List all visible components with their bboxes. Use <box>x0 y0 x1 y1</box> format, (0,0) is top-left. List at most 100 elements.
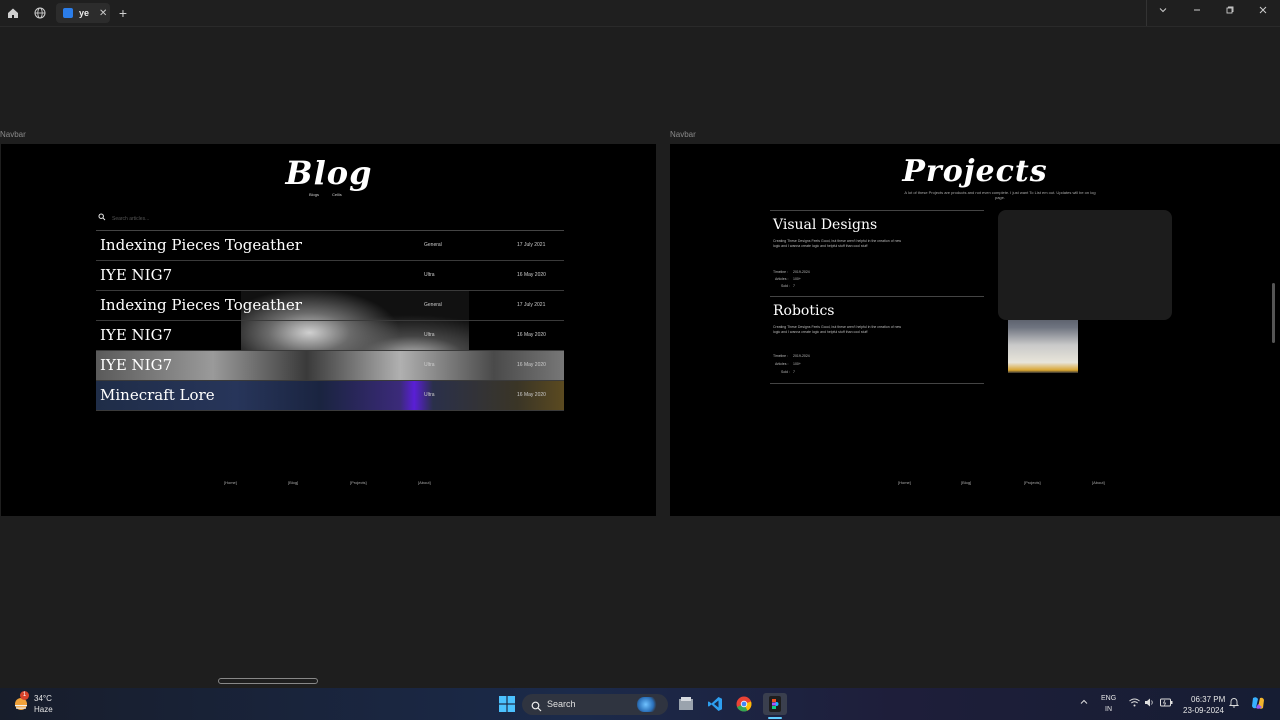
article-row-hovered[interactable]: IYE NIG7 Ultra 16 May 2020 <box>96 351 564 381</box>
article-category: Ultra <box>424 362 435 368</box>
articles-value: 100+ <box>793 277 801 281</box>
taskbar-search-box[interactable]: Search <box>522 694 668 715</box>
article-title: IYE NIG7 <box>100 356 173 374</box>
search-highlight-icon <box>637 697 659 712</box>
blog-frame[interactable]: Blog Blogs Cellis Indexing Pieces Togeat… <box>1 144 656 516</box>
frame-label-projects[interactable]: Navbar <box>670 130 696 139</box>
sold-value: 7 <box>793 370 795 374</box>
vscode-icon[interactable] <box>706 696 724 712</box>
wifi-icon[interactable] <box>1129 698 1140 709</box>
project-description: Creating These Designs Feels Good, but t… <box>773 239 902 248</box>
tab-close-icon[interactable]: ✕ <box>99 8 107 19</box>
chevron-up-icon[interactable] <box>1079 697 1089 709</box>
chrome-icon[interactable] <box>735 696 753 712</box>
blog-title: Blog <box>285 154 373 192</box>
footer-link-projects[interactable]: [Projects] <box>1024 480 1041 485</box>
footer-link-about[interactable]: [About] <box>418 480 431 485</box>
article-row[interactable]: IYE NIG7 Ultra 16 May 2020 <box>96 261 564 291</box>
search-icon <box>531 699 542 717</box>
projects-subtitle: A lot of these Projects are products and… <box>904 190 1096 200</box>
tab-ye[interactable]: ye ✕ <box>56 3 110 23</box>
new-tab-icon[interactable]: + <box>115 5 131 21</box>
footer-link-home[interactable]: [Home] <box>224 480 237 485</box>
article-row[interactable]: IYE NIG7 Ultra 16 May 2020 <box>96 321 564 351</box>
footer-link-projects[interactable]: [Projects] <box>350 480 367 485</box>
empty-preview-panel <box>998 210 1172 320</box>
chevron-down-icon[interactable] <box>1158 5 1168 18</box>
clock-time[interactable]: 06:37 PM <box>1191 695 1225 704</box>
articles-label: Articles : <box>775 277 789 281</box>
article-date: 16 May 2020 <box>517 272 546 278</box>
language-in[interactable]: IN <box>1105 706 1112 713</box>
projects-title: Projects <box>902 154 1048 189</box>
project-title: Robotics <box>773 303 835 319</box>
article-title: IYE NIG7 <box>100 266 173 284</box>
article-title: Minecraft Lore <box>100 386 215 404</box>
weather-description[interactable]: Haze <box>34 705 53 714</box>
battery-icon[interactable] <box>1160 698 1173 709</box>
speaker-icon[interactable] <box>1144 698 1155 709</box>
footer-link-about[interactable]: [About] <box>1092 480 1105 485</box>
footer-link-blog[interactable]: [Blog] <box>288 480 298 485</box>
articles-value: 100+ <box>793 362 801 366</box>
timeline-label: Timeline : <box>773 270 789 274</box>
blog-search-bar[interactable] <box>96 210 564 231</box>
articles-label: Articles : <box>775 362 789 366</box>
figma-file-icon <box>63 8 73 18</box>
article-date: 17 July 2021 <box>517 302 546 308</box>
article-date: 17 July 2021 <box>517 242 546 248</box>
frame-label-blog[interactable]: Navbar <box>0 130 26 139</box>
browser-titlebar: ye ✕ + <box>0 0 1280 27</box>
timeline-value: 2019-2024 <box>793 270 810 274</box>
article-row[interactable]: Indexing Pieces Togeather General 17 Jul… <box>96 291 564 321</box>
projects-frame[interactable]: Projects A lot of these Projects are pro… <box>670 144 1280 516</box>
vertical-scrollbar[interactable] <box>1272 283 1275 343</box>
windows-taskbar: 1 34°C Haze Search ENG IN 06:37 PM 23-09… <box>0 688 1280 720</box>
sold-value: 7 <box>793 284 795 288</box>
article-category: General <box>424 302 442 308</box>
tab-label: ye <box>79 8 90 18</box>
project-card-robotics[interactable]: Robotics Creating These Designs Feels Go… <box>770 296 1078 384</box>
subnav-blogs[interactable]: Blogs <box>309 192 319 197</box>
footer-link-home[interactable]: [Home] <box>898 480 911 485</box>
project-card-visual-designs[interactable]: Visual Designs Creating These Designs Fe… <box>770 210 1074 297</box>
article-title: IYE NIG7 <box>100 326 173 344</box>
weather-temperature[interactable]: 34°C <box>34 694 52 703</box>
footer-link-blog[interactable]: [Blog] <box>961 480 971 485</box>
article-date: 16 May 2020 <box>517 332 546 338</box>
close-window-icon[interactable] <box>1258 5 1268 18</box>
weather-badge: 1 <box>20 691 29 700</box>
subnav-cellis[interactable]: Cellis <box>332 192 342 197</box>
horizontal-scrollbar[interactable] <box>218 678 318 684</box>
restore-icon[interactable] <box>1225 5 1235 18</box>
sold-label: Sold : <box>781 284 790 288</box>
globe-icon[interactable] <box>32 5 48 21</box>
article-title: Indexing Pieces Togeather <box>100 236 302 254</box>
figma-app-icon[interactable] <box>763 693 787 715</box>
timeline-label: Timeline : <box>773 354 789 358</box>
sold-label: Sold : <box>781 370 790 374</box>
article-category: General <box>424 242 442 248</box>
home-icon[interactable] <box>5 5 21 21</box>
search-label: Search <box>547 699 576 709</box>
minimize-icon[interactable] <box>1192 5 1202 18</box>
article-row[interactable]: Indexing Pieces Togeather General 17 Jul… <box>96 231 564 261</box>
project-description: Creating These Designs Feels Good, but t… <box>773 325 902 334</box>
notification-bell-icon[interactable] <box>1228 697 1240 710</box>
article-date: 16 May 2020 <box>517 362 546 368</box>
article-date: 16 May 2020 <box>517 392 546 398</box>
search-input[interactable] <box>110 212 314 226</box>
copilot-icon[interactable] <box>1250 695 1266 713</box>
article-category: Ultra <box>424 392 435 398</box>
active-app-indicator <box>768 717 782 719</box>
titlebar-divider <box>1146 0 1147 26</box>
article-category: Ultra <box>424 272 435 278</box>
file-explorer-icon[interactable] <box>677 696 695 712</box>
language-eng[interactable]: ENG <box>1101 695 1116 702</box>
article-category: Ultra <box>424 332 435 338</box>
search-icon <box>98 213 106 223</box>
clock-date[interactable]: 23-09-2024 <box>1183 706 1224 715</box>
windows-start-icon[interactable] <box>498 696 516 712</box>
article-row-minecraft[interactable]: Minecraft Lore Ultra 16 May 2020 <box>96 381 564 411</box>
project-title: Visual Designs <box>773 217 878 233</box>
